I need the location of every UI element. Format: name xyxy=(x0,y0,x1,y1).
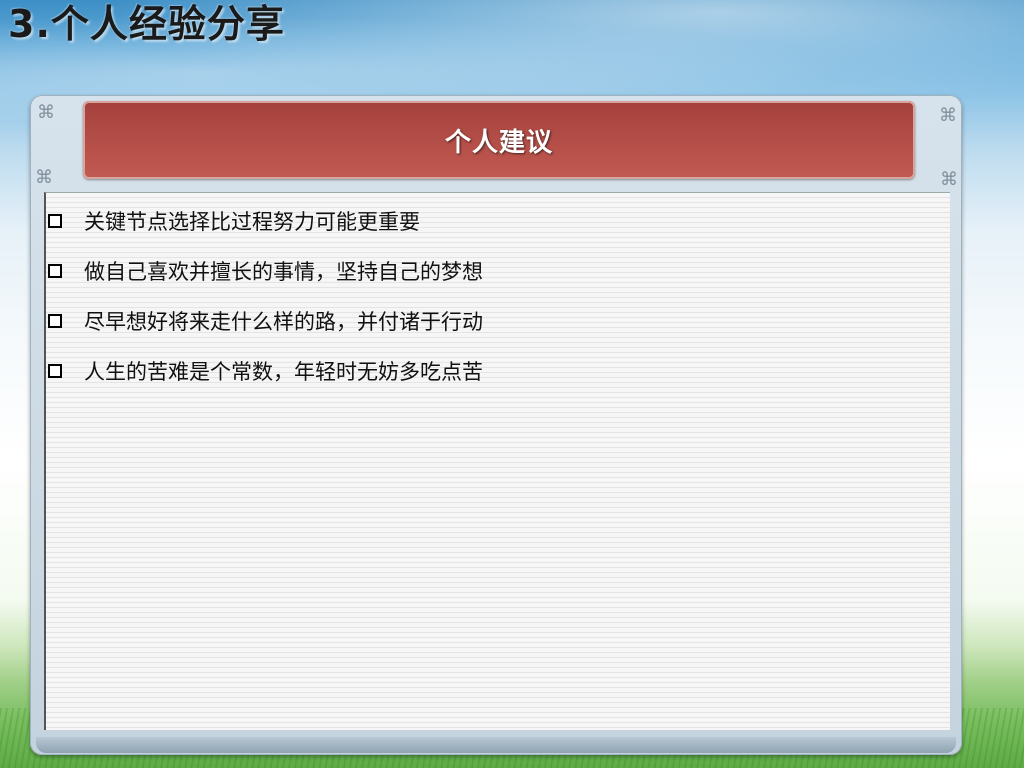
hollow-square-bullet-icon xyxy=(48,264,62,278)
hollow-square-bullet-icon xyxy=(48,214,62,228)
hollow-square-bullet-icon xyxy=(48,364,62,378)
list-item: 关键节点选择比过程努力可能更重要 xyxy=(44,196,483,246)
bullet-text: 尽早想好将来走什么样的路，并付诸于行动 xyxy=(84,310,483,334)
list-item: 尽早想好将来走什么样的路，并付诸于行动 xyxy=(44,296,483,346)
ornament-icon: ⌘ xyxy=(940,169,958,190)
list-item: 人生的苦难是个常数，年轻时无妨多吃点苦 xyxy=(44,346,483,396)
bullet-list: 关键节点选择比过程努力可能更重要 做自己喜欢并擅长的事情，坚持自己的梦想 尽早想… xyxy=(44,196,483,396)
ornament-icon: ⌘ xyxy=(939,105,957,126)
bullet-text: 关键节点选择比过程努力可能更重要 xyxy=(84,210,420,234)
frame-bottom-bar xyxy=(36,737,956,753)
hollow-square-bullet-icon xyxy=(48,314,62,328)
ornament-icon: ⌘ xyxy=(37,102,55,123)
list-item: 做自己喜欢并擅长的事情，坚持自己的梦想 xyxy=(44,246,483,296)
bullet-text: 人生的苦难是个常数，年轻时无妨多吃点苦 xyxy=(84,360,483,384)
header-title: 个人建议 xyxy=(444,127,553,158)
ornament-icon: ⌘ xyxy=(35,167,53,188)
header-bar: 个人建议 xyxy=(83,101,915,179)
bullet-text: 做自己喜欢并擅长的事情，坚持自己的梦想 xyxy=(84,260,483,284)
page-title: 3.个人经验分享 xyxy=(8,2,285,46)
